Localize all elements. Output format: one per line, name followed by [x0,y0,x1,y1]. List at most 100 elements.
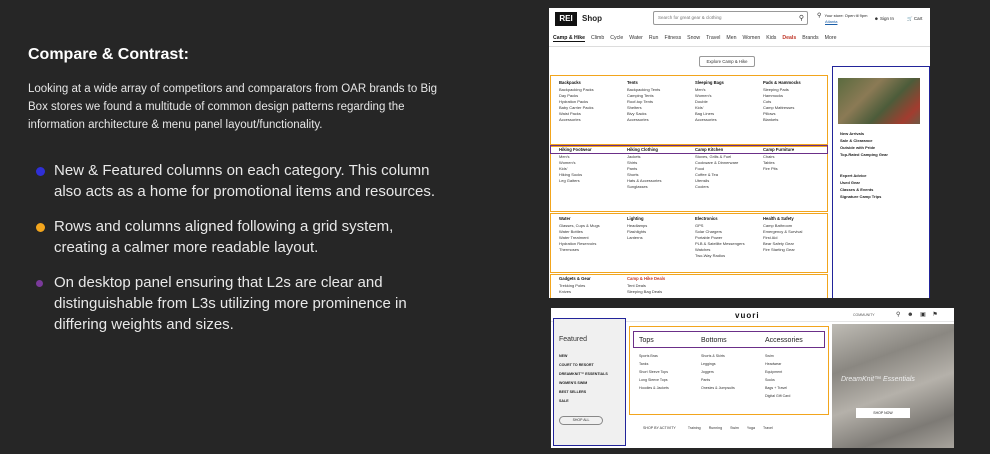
menu-link[interactable]: Leg Gaiters [559,178,592,184]
rei-cart[interactable]: 🛒 Cart [907,16,922,22]
shop-all-button[interactable]: SHOP ALL [559,416,603,425]
menu-link[interactable]: Thermoses [559,247,600,253]
column-heading[interactable]: Camp Furniture [763,147,794,153]
activity-link[interactable]: Running [709,426,722,430]
column-heading[interactable]: Lighting [627,216,647,222]
column-heading-deals[interactable]: Camp & Hike Deals [627,276,665,282]
menu-link[interactable]: Knives [559,289,591,295]
category-link[interactable]: Hoodies & Jackets [639,384,669,392]
menu-link[interactable]: Sunglasses [627,184,661,190]
category-link[interactable]: Sports Bras [639,352,669,360]
menu-link[interactable]: Sleeping Bag Deals [627,289,665,295]
flag-icon[interactable]: ⚑ [932,312,937,318]
nav-item[interactable]: Travel [706,35,720,41]
column-heading[interactable]: Gadgets & Gear [559,276,591,282]
resource-link[interactable]: Signature Camp Trips [840,193,881,200]
menu-link[interactable]: Lanterns [627,235,647,241]
nav-item-deals[interactable]: Deals [782,35,796,41]
column-heading[interactable]: Hiking Clothing [627,147,661,153]
activity-link[interactable]: Swim [730,426,739,430]
nav-item[interactable]: Fitness [664,35,681,41]
category-link[interactable]: Joggers [701,368,735,376]
column-heading[interactable]: Sleeping Bags [695,80,724,86]
resource-link[interactable]: Expert Advice [840,172,881,179]
featured-link[interactable]: SALE [559,397,608,406]
column-heading[interactable]: Camp Kitchen [695,147,738,153]
rei-shop-label[interactable]: Shop [582,14,602,23]
store-line-2[interactable]: Atlanta [825,19,837,24]
rei-signin[interactable]: ☻ Sign In [874,16,894,21]
category-heading[interactable]: Bottoms [701,337,727,344]
user-icon[interactable]: ☻ [907,312,913,318]
nav-item[interactable]: Camp & Hike [553,35,585,42]
category-link[interactable]: Socks [765,376,790,384]
featured-link[interactable]: NEW [559,352,608,361]
featured-link[interactable]: COURT TO RESORT [559,361,608,370]
menu-link[interactable]: Accessories [627,117,660,123]
category-link[interactable]: Tanks [639,360,669,368]
category-link[interactable]: Shorts & Skirts [701,352,735,360]
shop-now-button[interactable]: SHOP NOW [856,408,910,418]
rei-store-info[interactable]: ⚲ Your store: Open til 9pm Atlanta [817,13,867,24]
column-heading[interactable]: Hiking Footwear [559,147,592,153]
promo-photo[interactable] [832,324,954,448]
category-link[interactable]: Digital Gift Card [765,392,790,400]
category-heading[interactable]: Tops [639,337,654,344]
category-link[interactable]: Short Sleeve Tops [639,368,669,376]
nav-item[interactable]: Kids [766,35,776,41]
resource-link[interactable]: Used Gear [840,179,881,186]
bag-icon[interactable]: ▣ [920,312,926,318]
menu-link[interactable]: Blankets [763,117,801,123]
featured-link[interactable]: Top-Rated Camping Gear [840,151,888,158]
activity-link[interactable]: Training [688,426,701,430]
category-link[interactable]: Onesies & Jumpsuits [701,384,735,392]
nav-item[interactable]: Water [629,35,643,41]
nav-item[interactable]: Climb [591,35,604,41]
featured-link[interactable]: New Arrivals [840,130,888,137]
nav-item[interactable]: Run [649,35,659,41]
promo-image[interactable] [838,78,920,124]
menu-link[interactable]: Fire Pits [763,166,794,172]
nav-item[interactable]: Snow [687,35,700,41]
nav-item[interactable]: Men [726,35,736,41]
menu-link[interactable]: Accessories [559,117,594,123]
resource-link[interactable]: Classes & Events [840,186,881,193]
category-link[interactable]: Equipment [765,368,790,376]
rei-logo[interactable]: REI [555,12,577,26]
featured-link[interactable]: WOMEN'S SWIM [559,379,608,388]
category-link[interactable]: Headwear [765,360,790,368]
menu-link[interactable]: Fire Starting Gear [763,247,802,253]
column-heading[interactable]: Electronics [695,216,745,222]
search-icon[interactable]: ⚲ [799,13,804,25]
category-link[interactable]: Long Sleeve Tops [639,376,669,384]
vuori-logo[interactable]: vuori [735,311,760,320]
bullet-item: On desktop panel ensuring that L2s are c… [36,272,436,335]
menu-link[interactable]: Coolers [695,184,738,190]
nav-item[interactable]: More [825,35,837,41]
explore-button[interactable]: Explore Camp & Hike [699,56,755,67]
featured-link[interactable]: BEST SELLERS [559,388,608,397]
nav-item[interactable]: Brands [802,35,818,41]
category-link[interactable]: Pants [701,376,735,384]
featured-link[interactable]: Outside with Pride [840,144,888,151]
category-link[interactable]: Bags + Travel [765,384,790,392]
category-link[interactable]: Swim [765,352,790,360]
column-heading[interactable]: Health & Safety [763,216,802,222]
column-heading[interactable]: Backpacks [559,80,594,86]
search-icon[interactable]: ⚲ [896,312,900,318]
nav-item[interactable]: Women [742,35,760,41]
menu-link[interactable]: Two-Way Radios [695,253,745,259]
activity-link[interactable]: Yoga [747,426,755,430]
community-link[interactable]: COMMUNITY [853,313,875,317]
category-link[interactable]: Leggings [701,360,735,368]
featured-link[interactable]: DREAMKNIT™ ESSENTIALS [559,370,608,379]
menu-link[interactable]: Accessories [695,117,724,123]
column-heading[interactable]: Water [559,216,600,222]
category-heading[interactable]: Accessories [765,337,803,344]
activity-link[interactable]: Travel [763,426,773,430]
column-heading[interactable]: Tents [627,80,660,86]
column-heading[interactable]: Pads & Hammocks [763,80,801,86]
rei-search-input[interactable]: Search for great gear & clothing ⚲ [653,11,808,25]
nav-item[interactable]: Cycle [610,35,623,41]
featured-link[interactable]: Sale & Clearance [840,137,888,144]
